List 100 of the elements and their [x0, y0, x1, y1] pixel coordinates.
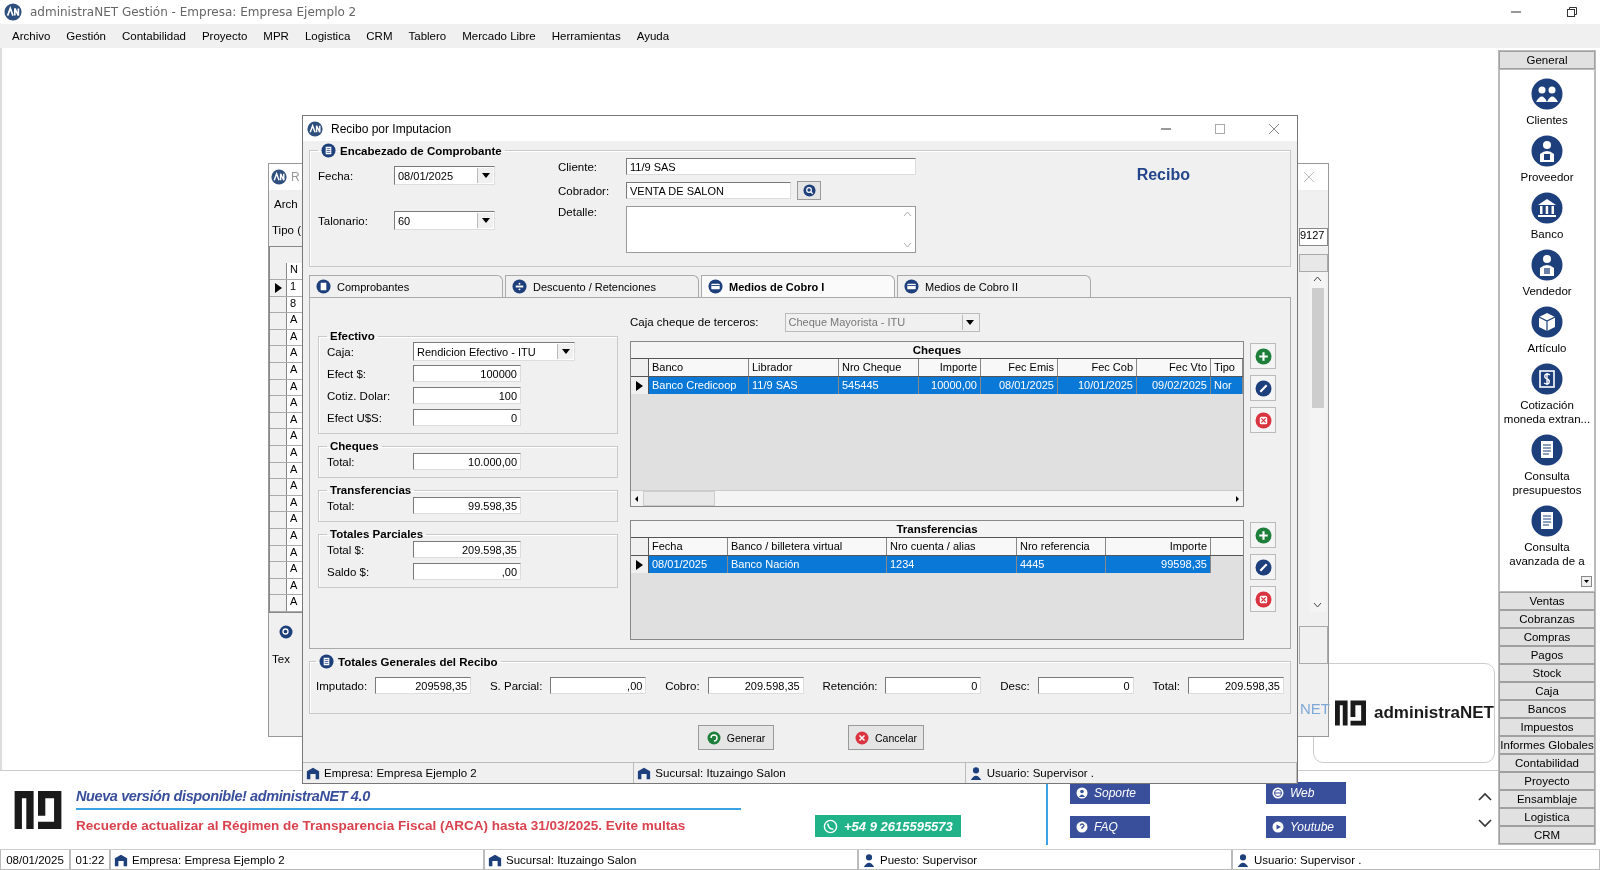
section-button[interactable]: Impuestos: [1499, 718, 1595, 737]
add-button[interactable]: [1250, 522, 1276, 548]
chevron-down-icon[interactable]: [1478, 819, 1492, 828]
table-row[interactable]: 08/01/2025 Banco Nación 1234 4445 99598,35: [631, 556, 1243, 573]
delete-button[interactable]: [1250, 407, 1276, 433]
section-button[interactable]: Contabilidad: [1499, 754, 1595, 773]
row-header[interactable]: [631, 377, 649, 394]
menu-item[interactable]: Tablero: [400, 30, 455, 42]
plus-icon: [1254, 526, 1272, 544]
amount-field[interactable]: 100: [413, 387, 521, 404]
row-header[interactable]: [631, 556, 649, 573]
collector-field[interactable]: VENTA DE SALON: [626, 182, 791, 199]
delete-icon: [1254, 590, 1272, 608]
tab[interactable]: Descuento / Retenciones: [505, 275, 699, 297]
section-button[interactable]: Pagos: [1499, 646, 1595, 665]
section-button[interactable]: Caja: [1499, 682, 1595, 701]
close-icon[interactable]: [1268, 122, 1280, 135]
cash-box-combo[interactable]: Rendicion Efectivo - ITU: [413, 342, 575, 361]
amount-field[interactable]: 0: [1037, 677, 1134, 694]
tab[interactable]: Medios de Cobro I: [701, 275, 895, 297]
tab[interactable]: Medios de Cobro II: [897, 275, 1091, 297]
amount-field[interactable]: 10.000,00: [413, 453, 521, 470]
shortcut-item[interactable]: Banco: [1503, 184, 1591, 241]
section-button[interactable]: Bancos: [1499, 700, 1595, 719]
scroll-down-icon[interactable]: [1313, 602, 1322, 608]
section-button[interactable]: Stock: [1499, 664, 1595, 683]
scroll-up-icon[interactable]: [1313, 276, 1322, 282]
section-button[interactable]: Logistica: [1499, 808, 1595, 827]
section-button[interactable]: Compras: [1499, 628, 1595, 647]
amount-field[interactable]: 209.598,35: [1188, 677, 1284, 694]
amount-field[interactable]: 209598,35: [375, 677, 472, 694]
amount-field[interactable]: 0: [413, 409, 521, 426]
horizontal-scrollbar[interactable]: [631, 490, 1243, 506]
date-combo[interactable]: 08/01/2025: [394, 166, 495, 185]
amount-field[interactable]: ,00: [550, 677, 647, 694]
menu-item[interactable]: Gestión: [58, 30, 114, 42]
table-row[interactable]: Banco Credicoop 11/9 SAS 545445 10000,00 08/01/2025 10/01/2025 09/02/2025 Nor: [631, 377, 1243, 394]
menu-item[interactable]: Herramientas: [543, 30, 629, 42]
table-cell-text: A: [289, 396, 298, 411]
edit-button[interactable]: [1250, 554, 1276, 580]
table-cell: 545445: [839, 377, 919, 394]
shortcut-item[interactable]: Cotización moneda extran...: [1503, 355, 1591, 426]
menu-item[interactable]: Proyecto: [193, 30, 256, 42]
menu-item[interactable]: Contabilidad: [114, 30, 194, 42]
cancel-button[interactable]: Cancelar: [848, 725, 924, 750]
vertical-scrollbar[interactable]: [1309, 272, 1326, 612]
section-button[interactable]: Cobranzas: [1499, 610, 1595, 629]
search-icon[interactable]: [279, 624, 293, 639]
link-button[interactable]: Soporte: [1070, 782, 1150, 804]
amount-field[interactable]: 209.598,35: [413, 541, 521, 558]
amount-field[interactable]: 0: [885, 677, 982, 694]
section-button[interactable]: General: [1499, 51, 1595, 69]
menu-item[interactable]: Logistica: [296, 30, 359, 42]
menu-item[interactable]: Arch: [269, 198, 303, 210]
close-icon[interactable]: [1304, 172, 1314, 182]
section-button[interactable]: Proyecto: [1499, 772, 1595, 791]
menu-item[interactable]: Ayuda: [628, 30, 678, 42]
add-button[interactable]: [1250, 343, 1276, 369]
shortcut-item[interactable]: Consulta avanzada de a: [1503, 497, 1591, 568]
link-button[interactable]: FAQ: [1070, 816, 1150, 838]
app-logo-icon: [4, 3, 22, 21]
shortcut-item[interactable]: Vendedor: [1503, 241, 1591, 298]
menu-item[interactable]: Archivo: [4, 30, 59, 42]
scroll-down-icon[interactable]: [1581, 576, 1592, 588]
receipt-book-combo[interactable]: 60: [394, 211, 495, 230]
restore-icon[interactable]: [1566, 6, 1578, 18]
row-header[interactable]: [270, 280, 287, 296]
maximize-icon[interactable]: [1214, 122, 1226, 135]
amount-field[interactable]: 99.598,35: [413, 497, 521, 514]
section-button[interactable]: Informes Globales: [1499, 736, 1595, 755]
shortcut-item[interactable]: Consulta presupuestos: [1503, 426, 1591, 497]
section-button[interactable]: CRM: [1499, 826, 1595, 845]
scrollbar-thumb[interactable]: [1311, 288, 1324, 408]
link-button[interactable]: Youtube: [1266, 816, 1346, 838]
menu-item[interactable]: Mercado Libre: [454, 30, 544, 42]
building-icon: [637, 766, 652, 780]
shortcut-item[interactable]: Artículo: [1503, 298, 1591, 355]
amount-field[interactable]: ,00: [413, 563, 521, 580]
column-header: Banco: [649, 359, 749, 376]
scrollbar-thumb[interactable]: [643, 491, 715, 506]
person-icon: [1531, 249, 1563, 281]
generate-button[interactable]: Generar: [698, 725, 774, 750]
shortcut-item[interactable]: Clientes: [1503, 70, 1591, 127]
field-label: Total $:: [327, 543, 366, 556]
delete-button[interactable]: [1250, 586, 1276, 612]
table-cell-text: A: [289, 313, 298, 328]
link-button[interactable]: Web: [1266, 782, 1346, 804]
client-field[interactable]: 11/9 SAS: [626, 158, 916, 175]
tab[interactable]: Comprobantes: [309, 275, 503, 297]
shortcut-item[interactable]: Proveedor: [1503, 127, 1591, 184]
column-header: Fec Emis: [981, 359, 1058, 376]
chevron-up-icon[interactable]: [1478, 792, 1492, 801]
section-button[interactable]: Ensamblaje: [1499, 790, 1595, 809]
search-button[interactable]: [797, 181, 821, 200]
amount-field[interactable]: 100000: [413, 365, 521, 382]
amount-field[interactable]: 209.598,35: [707, 677, 804, 694]
section-button[interactable]: Ventas: [1499, 592, 1595, 611]
menu-item[interactable]: MPR: [255, 30, 297, 42]
edit-button[interactable]: [1250, 375, 1276, 401]
menu-item[interactable]: CRM: [358, 30, 401, 42]
